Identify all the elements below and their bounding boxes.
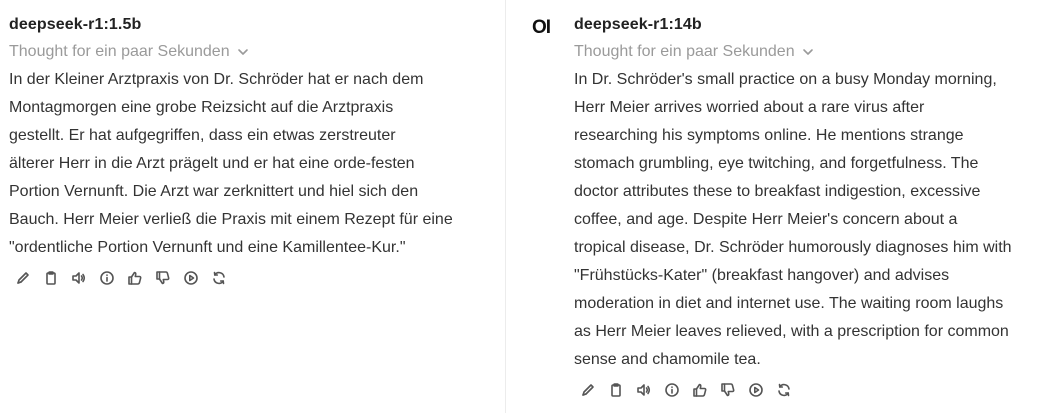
model-name: deepseek-r1:14b bbox=[574, 16, 702, 33]
edit-button[interactable] bbox=[9, 267, 37, 289]
thumbs-down-icon bbox=[156, 271, 170, 285]
thought-label: Thought for ein paar Sekunden bbox=[9, 43, 230, 60]
pencil-icon bbox=[582, 384, 594, 396]
response-line: Montagmorgen eine grobe Reizsicht auf di… bbox=[9, 99, 394, 116]
refresh-icon bbox=[778, 383, 790, 397]
left-response-pane: deepseek-r1:1.5b Thought for ein paar Se… bbox=[0, 0, 505, 413]
info-icon bbox=[665, 383, 679, 397]
thought-label: Thought for ein paar Sekunden bbox=[574, 43, 795, 60]
pencil-icon bbox=[17, 272, 29, 284]
response-line: Herr Meier arrives worried about a rare … bbox=[574, 99, 925, 116]
bad-response-button[interactable] bbox=[714, 379, 742, 401]
chevron-down-icon bbox=[802, 49, 813, 55]
info-button[interactable] bbox=[658, 379, 686, 401]
thought-toggle[interactable]: Thought for ein paar Sekunden bbox=[9, 43, 249, 61]
copy-button[interactable] bbox=[602, 379, 630, 401]
response-line: researching his symptoms online. He ment… bbox=[574, 127, 964, 144]
response-actions bbox=[9, 267, 233, 289]
response-actions bbox=[574, 379, 798, 401]
thumbs-up-icon bbox=[128, 271, 142, 285]
play-icon bbox=[184, 271, 198, 285]
info-button[interactable] bbox=[93, 267, 121, 289]
edit-button[interactable] bbox=[574, 379, 602, 401]
bad-response-button[interactable] bbox=[149, 267, 177, 289]
continue-button[interactable] bbox=[177, 267, 205, 289]
response-line: sense and chamomile tea. bbox=[574, 351, 761, 368]
regenerate-button[interactable] bbox=[205, 267, 233, 289]
copy-button[interactable] bbox=[37, 267, 65, 289]
response-line: In Dr. Schröder's small practice on a bu… bbox=[574, 71, 997, 88]
thumbs-down-icon bbox=[721, 383, 735, 397]
response-line: moderation in diet and internet use. The… bbox=[574, 295, 1004, 312]
right-response-pane: deepseek-r1:14b Thought for ein paar Sek… bbox=[506, 0, 1050, 413]
continue-button[interactable] bbox=[742, 379, 770, 401]
regenerate-button[interactable] bbox=[770, 379, 798, 401]
response-line: coffee, and age. Despite Herr Meier's co… bbox=[574, 211, 958, 228]
thumbs-up-icon bbox=[693, 383, 707, 397]
response-line: "ordentliche Portion Vernunft und eine K… bbox=[9, 239, 406, 256]
response-line: "Frühstücks-Kater" (breakfast hangover) … bbox=[574, 267, 950, 284]
chat-comparison: deepseek-r1:1.5b Thought for ein paar Se… bbox=[0, 0, 1050, 413]
info-icon bbox=[100, 271, 114, 285]
play-icon bbox=[749, 383, 763, 397]
response-line: gestellt. Er hat aufgegriffen, dass ein … bbox=[9, 127, 396, 144]
response-text: In Dr. Schröder's small practice on a bu… bbox=[574, 66, 1012, 374]
response-line: doctor attributes these to breakfast ind… bbox=[574, 183, 981, 200]
good-response-button[interactable] bbox=[121, 267, 149, 289]
response-line: tropical disease, Dr. Schröder humorousl… bbox=[574, 239, 1012, 256]
clipboard-icon bbox=[46, 271, 56, 285]
response-line: älterer Herr in die Arzt prägelt und er … bbox=[9, 155, 415, 172]
response-line: Portion Vernunft. Die Arzt war zerknitte… bbox=[9, 183, 419, 200]
speaker-icon bbox=[637, 384, 651, 396]
response-line: Bauch. Herr Meier verließ die Praxis mit… bbox=[9, 211, 453, 228]
read-aloud-button[interactable] bbox=[65, 267, 93, 289]
model-name: deepseek-r1:1.5b bbox=[9, 16, 142, 33]
read-aloud-button[interactable] bbox=[630, 379, 658, 401]
chevron-down-icon bbox=[237, 49, 248, 55]
thought-toggle[interactable]: Thought for ein paar Sekunden bbox=[574, 43, 814, 61]
response-line: stomach grumbling, eye twitching, and fo… bbox=[574, 155, 979, 172]
response-line: as Herr Meier leaves relieved, with a pr… bbox=[574, 323, 1009, 340]
speaker-icon bbox=[72, 272, 86, 284]
good-response-button[interactable] bbox=[686, 379, 714, 401]
response-line: In der Kleiner Arztpraxis von Dr. Schröd… bbox=[9, 71, 424, 88]
response-text: In der Kleiner Arztpraxis von Dr. Schröd… bbox=[9, 66, 453, 262]
clipboard-icon bbox=[611, 383, 621, 397]
refresh-icon bbox=[213, 271, 225, 285]
